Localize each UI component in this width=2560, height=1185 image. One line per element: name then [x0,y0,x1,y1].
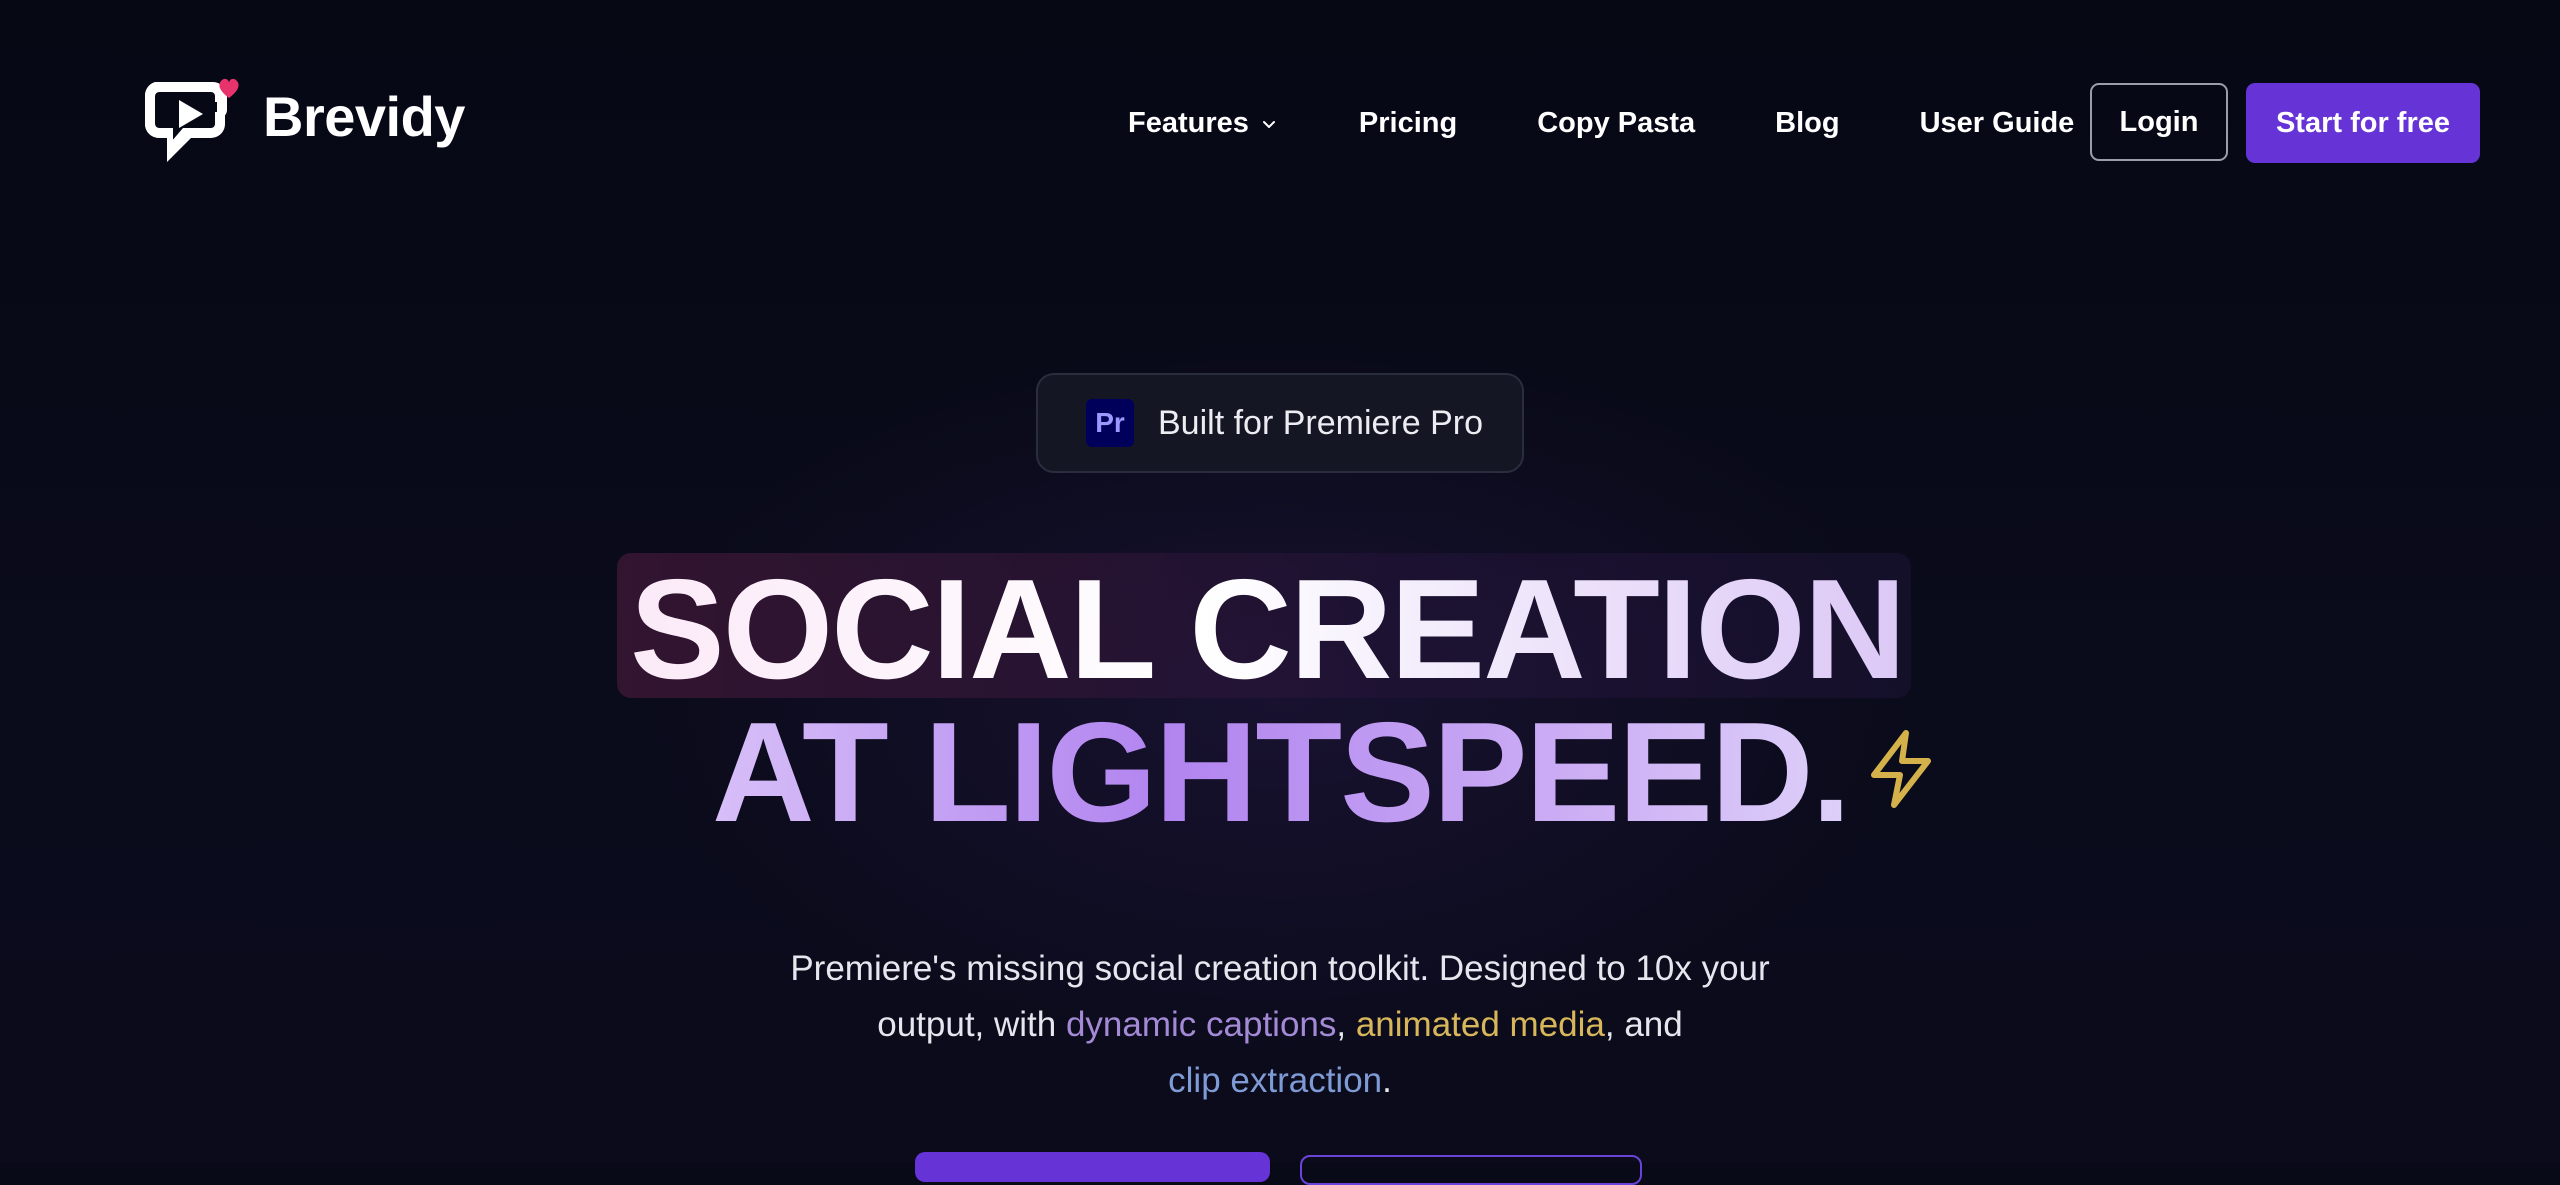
nav-item-blog[interactable]: Blog [1775,107,1839,140]
play-chat-heart-icon [144,78,239,162]
nav-item-user-guide[interactable]: User Guide [1920,107,2075,140]
nav-item-features[interactable]: Features [1128,107,1279,140]
subtitle-highlight-clip: clip extraction [1168,1061,1383,1100]
subtitle-highlight-captions: dynamic captions [1065,1005,1337,1044]
main-nav: Features Pricing Copy Pasta Blog User Gu… [1110,82,2074,164]
nav-item-label: User Guide [1919,106,2075,139]
headline-line-2: AT LIGHTSPEED. [712,693,1851,852]
lightning-bolt-icon [1871,730,1931,808]
brand-logo[interactable]: Brevidy [141,76,465,166]
login-button[interactable]: Login [2090,83,2228,161]
hero-secondary-cta-button[interactable] [1300,1155,1642,1185]
nav-item-label: Blog [1775,106,1840,139]
subtitle-end: . [1382,1061,1392,1100]
start-for-free-button[interactable]: Start for free [2246,83,2480,163]
nav-item-label: Features [1128,106,1249,139]
headline-line-1: SOCIAL CREATION [630,550,1906,709]
nav-item-copy-pasta[interactable]: Copy Pasta [1537,107,1695,140]
premiere-pro-badge: Pr Built for Premiere Pro [1036,373,1524,473]
nav-item-label: Copy Pasta [1537,106,1696,139]
badge-text: Built for Premiere Pro [1158,403,1483,442]
subtitle-separator: , and [1604,1005,1683,1044]
premiere-pro-icon: Pr [1086,399,1134,447]
site-header: Brevidy Features Pricing Copy Pasta Blog… [0,0,2560,246]
brand-name: Brevidy [263,85,465,148]
chevron-down-icon [1262,121,1275,128]
hero-subtitle: Premiere's missing social creation toolk… [790,941,1770,1109]
hero-primary-cta-button[interactable] [915,1152,1270,1182]
nav-item-label: Pricing [1358,106,1458,139]
nav-item-pricing[interactable]: Pricing [1359,107,1457,140]
subtitle-separator: , [1336,1005,1356,1044]
subtitle-highlight-media: animated media [1355,1005,1605,1044]
